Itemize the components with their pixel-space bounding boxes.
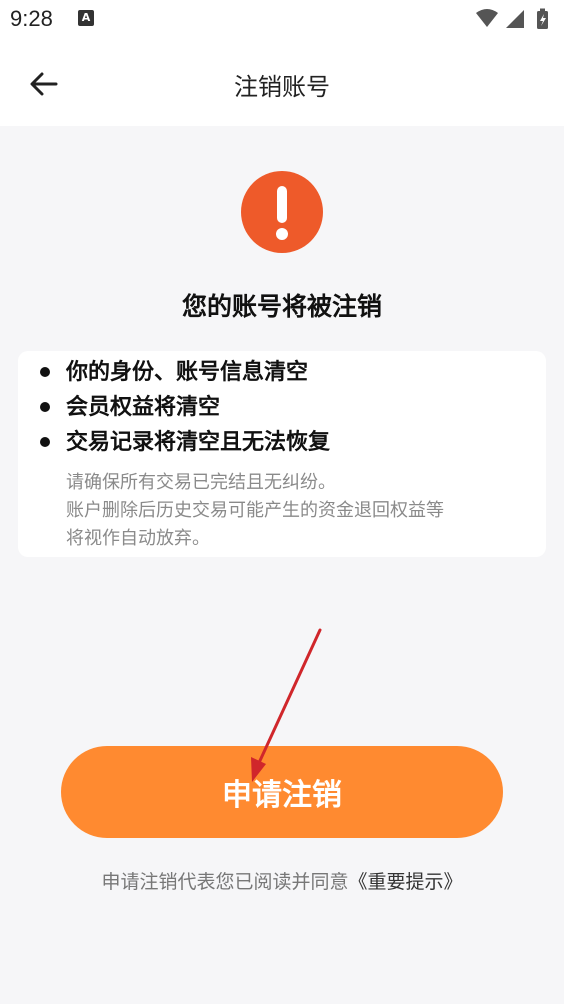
signal-icon [506,10,524,28]
notification-icon: A [78,10,94,26]
consequence-list: 你的身份、账号信息清空 会员权益将清空 交易记录将清空且无法恢复 [40,355,330,460]
battery-icon [537,8,548,29]
consequence-note: 请确保所有交易已完结且无纠纷。 账户删除后历史交易可能产生的资金退回权益等 将视… [66,469,536,553]
status-icons [476,8,548,29]
consequence-item: 你的身份、账号信息清空 [40,355,330,390]
note-line: 账户删除后历史交易可能产生的资金退回权益等 [66,500,444,521]
consequences-card: 你的身份、账号信息清空 会员权益将清空 交易记录将清空且无法恢复 请确保所有交易… [18,351,546,557]
note-line: 请确保所有交易已完结且无纠纷。 [66,472,336,493]
agreement-prefix: 申请注销代表您已阅读并同意 [101,871,349,893]
warning-heading: 您的账号将被注销 [181,292,382,321]
consequence-item: 会员权益将清空 [40,390,330,425]
exclamation-icon [241,171,323,253]
wifi-icon [476,9,498,27]
app-bar: 注销账号 [0,40,564,126]
page-title: 注销账号 [234,73,330,101]
status-bar: 9:28 A [0,0,564,40]
consequence-item: 交易记录将清空且无法恢复 [40,425,330,460]
status-time: 9:28 [10,6,53,31]
note-line: 将视作自动放弃。 [66,528,210,549]
agreement-text: 申请注销代表您已阅读并同意《重要提示》 [0,867,564,894]
important-notice-link[interactable]: 《重要提示》 [349,871,463,893]
apply-cancellation-button[interactable]: 申请注销 [61,746,503,838]
